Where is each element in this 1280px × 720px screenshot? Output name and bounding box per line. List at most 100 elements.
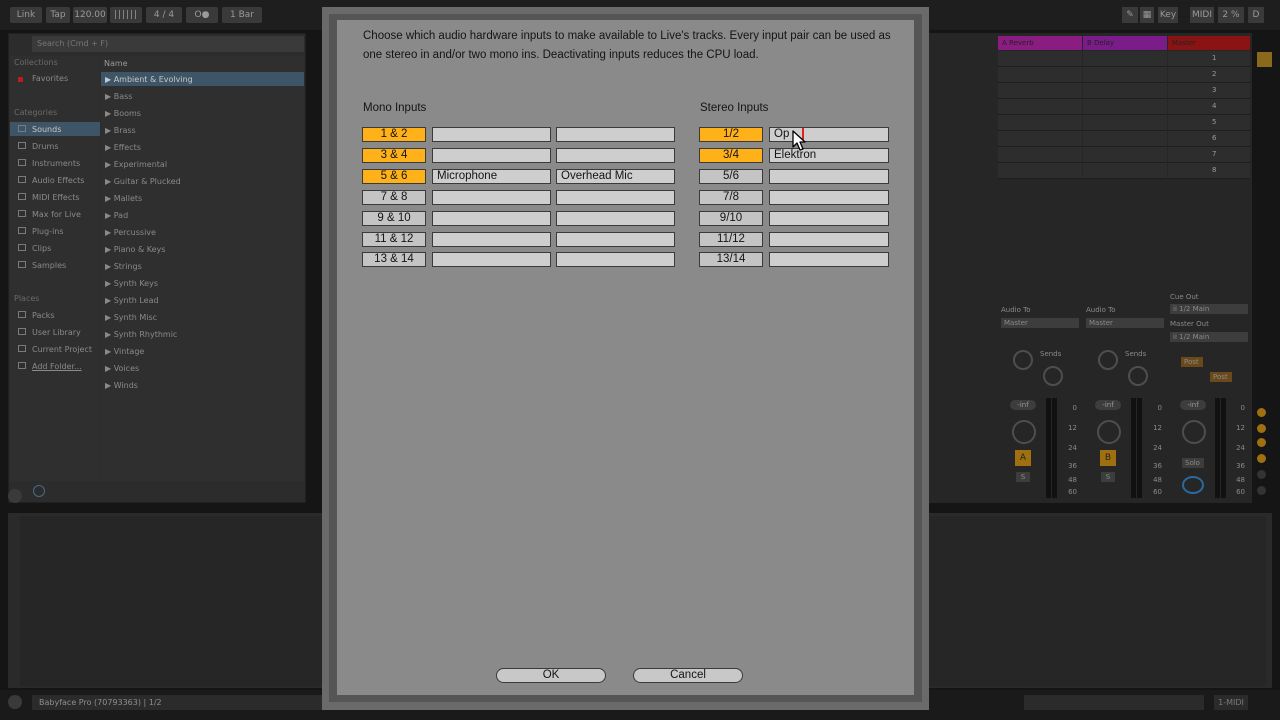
mono-input-name-field[interactable]: [556, 252, 675, 267]
key-map-button[interactable]: Key: [1158, 7, 1178, 23]
draw-mode-icon[interactable]: ✎: [1122, 7, 1138, 23]
list-item[interactable]: ▶ Voices: [105, 364, 139, 373]
status-bar-toggle-icon[interactable]: [8, 695, 22, 709]
stereo-pair-button[interactable]: 11/12: [699, 232, 763, 247]
scene-number[interactable]: 2: [1212, 70, 1216, 78]
list-item[interactable]: ▶ Percussive: [105, 228, 156, 237]
ok-button[interactable]: OK: [496, 668, 606, 683]
list-item[interactable]: ▶ Synth Lead: [105, 296, 159, 305]
list-item[interactable]: ▶ Winds: [105, 381, 138, 390]
list-item[interactable]: ▶ Experimental: [105, 160, 167, 169]
scene-number[interactable]: 7: [1212, 150, 1216, 158]
mono-input-name-field[interactable]: [432, 190, 551, 205]
link-button[interactable]: Link: [10, 7, 42, 23]
mono-input-name-field[interactable]: [556, 190, 675, 205]
mono-pair-button[interactable]: 3 & 4: [362, 148, 426, 163]
audio-to-select[interactable]: Master: [1001, 318, 1079, 328]
mono-input-name-field[interactable]: [432, 148, 551, 163]
browser-search-input[interactable]: Search (Cmd + F): [32, 36, 304, 52]
list-item[interactable]: ▶ Guitar & Plucked: [105, 177, 181, 186]
list-item[interactable]: ▶ Synth Keys: [105, 279, 158, 288]
add-folder-link[interactable]: Add Folder...: [32, 362, 82, 371]
mono-input-name-field[interactable]: Microphone: [432, 169, 551, 184]
category-clips[interactable]: Clips: [32, 244, 51, 253]
list-item[interactable]: ▶ Piano & Keys: [105, 245, 165, 254]
list-item[interactable]: ▶ Booms: [105, 109, 141, 118]
audio-to-select[interactable]: Master: [1086, 318, 1164, 328]
place-packs[interactable]: Packs: [32, 311, 55, 320]
category-midi-effects[interactable]: MIDI Effects: [32, 193, 80, 202]
solo-button[interactable]: S: [1101, 472, 1115, 482]
tracks-toggle-icon[interactable]: [1257, 486, 1266, 495]
scene-number[interactable]: 8: [1212, 166, 1216, 174]
list-item[interactable]: ▶ Synth Rhythmic: [105, 330, 177, 339]
category-instruments[interactable]: Instruments: [32, 159, 80, 168]
list-item[interactable]: ▶ Bass: [105, 92, 132, 101]
track-activator-b[interactable]: B: [1100, 450, 1116, 466]
mono-pair-button[interactable]: 9 & 10: [362, 211, 426, 226]
volume-readout[interactable]: -inf: [1180, 400, 1206, 410]
io-toggle-icon[interactable]: [1257, 408, 1266, 417]
send-b-knob[interactable]: [1128, 366, 1148, 386]
mono-input-name-field[interactable]: [556, 148, 675, 163]
stereo-input-name-field[interactable]: [769, 232, 889, 247]
scene-number[interactable]: 3: [1212, 86, 1216, 94]
midi-map-button[interactable]: MIDI: [1190, 7, 1214, 23]
volume-readout[interactable]: -inf: [1010, 400, 1036, 410]
post-button[interactable]: Post: [1181, 357, 1203, 367]
master-solo-button[interactable]: Solo: [1182, 458, 1204, 468]
sends-toggle-icon[interactable]: [1257, 424, 1266, 433]
scene-number[interactable]: 5: [1212, 118, 1216, 126]
category-sounds[interactable]: Sounds: [32, 125, 61, 134]
stereo-input-name-field[interactable]: Elektron: [769, 148, 889, 163]
mono-input-name-field[interactable]: [432, 232, 551, 247]
master-out-select[interactable]: ii 1/2 Main: [1170, 332, 1248, 342]
send-a-knob[interactable]: [1098, 350, 1118, 370]
stereo-pair-button[interactable]: 1/2: [699, 127, 763, 142]
pan-knob[interactable]: [1012, 420, 1036, 444]
pan-knob[interactable]: [1182, 420, 1206, 444]
mono-pair-button[interactable]: 7 & 8: [362, 190, 426, 205]
time-signature[interactable]: 4 / 4: [146, 7, 182, 23]
mono-input-name-field[interactable]: [556, 211, 675, 226]
place-user-library[interactable]: User Library: [32, 328, 81, 337]
mono-input-name-field[interactable]: [432, 252, 551, 267]
return-track-reverb-header[interactable]: A Reverb: [998, 36, 1082, 50]
favorites-item[interactable]: Favorites: [32, 74, 68, 83]
solo-button[interactable]: S: [1016, 472, 1030, 482]
cancel-button[interactable]: Cancel: [633, 668, 743, 683]
mono-pair-button[interactable]: 1 & 2: [362, 127, 426, 142]
name-column-header[interactable]: Name: [104, 59, 128, 68]
volume-readout[interactable]: -inf: [1095, 400, 1121, 410]
mono-input-name-field[interactable]: Overhead Mic: [556, 169, 675, 184]
browser-bottom-icon[interactable]: [8, 489, 22, 503]
stereo-input-name-field[interactable]: [769, 252, 889, 267]
mono-pair-button[interactable]: 13 & 14: [362, 252, 426, 267]
category-plug-ins[interactable]: Plug-ins: [32, 227, 64, 236]
send-b-knob[interactable]: [1043, 366, 1063, 386]
scene-number[interactable]: 6: [1212, 134, 1216, 142]
stereo-input-name-field[interactable]: [769, 169, 889, 184]
master-track-header[interactable]: Master: [1168, 36, 1250, 50]
midi-track-indicator[interactable]: 1-MIDI: [1214, 695, 1248, 710]
mixer-toggle-icon[interactable]: [1257, 454, 1266, 463]
list-item[interactable]: ▶ Synth Misc: [105, 313, 157, 322]
stereo-pair-button[interactable]: 13/14: [699, 252, 763, 267]
list-item[interactable]: ▶ Ambient & Evolving: [105, 75, 193, 84]
track-activator-a[interactable]: A: [1015, 450, 1031, 466]
list-item[interactable]: ▶ Strings: [105, 262, 142, 271]
mono-input-name-field[interactable]: [432, 127, 551, 142]
mono-input-name-field[interactable]: [556, 232, 675, 247]
category-max-for-live[interactable]: Max for Live: [32, 210, 81, 219]
category-audio-effects[interactable]: Audio Effects: [32, 176, 84, 185]
list-item[interactable]: ▶ Effects: [105, 143, 141, 152]
stereo-input-name-field[interactable]: Op: [769, 127, 889, 142]
send-a-knob[interactable]: [1013, 350, 1033, 370]
pan-knob[interactable]: [1097, 420, 1121, 444]
mono-pair-button[interactable]: 11 & 12: [362, 232, 426, 247]
metronome-button[interactable]: O●: [186, 7, 218, 23]
scene-number[interactable]: 4: [1212, 102, 1216, 110]
delay-clip-slots[interactable]: [1083, 51, 1167, 179]
stereo-input-name-field[interactable]: [769, 211, 889, 226]
place-current-project[interactable]: Current Project: [32, 345, 92, 354]
